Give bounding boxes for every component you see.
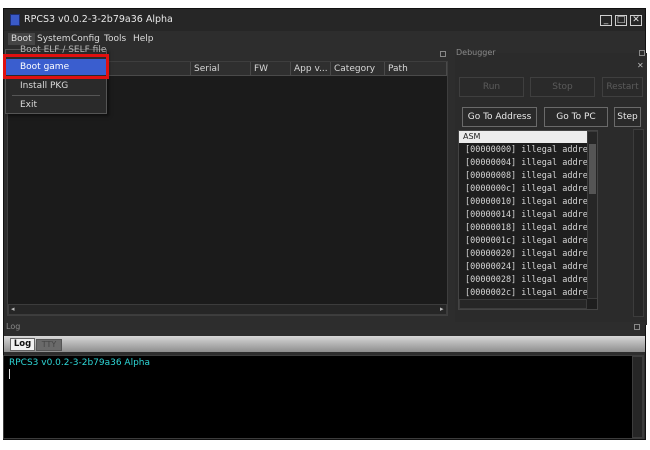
tab-log[interactable]: Log	[10, 338, 35, 351]
log-title: Log	[6, 322, 21, 331]
scroll-right-icon[interactable]: ▸	[440, 305, 444, 313]
asm-line[interactable]: [00000018] illegal addre	[465, 223, 588, 233]
asm-header[interactable]: ASM	[459, 131, 587, 143]
log-tab-bar: Log TTY	[4, 336, 645, 352]
column-header-serial[interactable]: Serial	[191, 62, 251, 76]
asm-line[interactable]: [00000008] illegal addre	[465, 171, 588, 181]
debugger-title: Debugger	[456, 48, 496, 57]
asm-line[interactable]: [00000028] illegal addre	[465, 275, 588, 285]
asm-line[interactable]: [00000020] illegal addre	[465, 249, 588, 259]
step-button[interactable]: Step	[614, 107, 641, 127]
minimize-button[interactable]: _	[600, 15, 612, 26]
asm-line[interactable]: [00000014] illegal addre	[465, 210, 588, 220]
rpcs3-app-icon	[10, 14, 20, 26]
column-header-app-version[interactable]: App v...	[291, 62, 331, 76]
go-to-pc-button[interactable]: Go To PC	[544, 107, 608, 127]
stop-button[interactable]: Stop	[530, 77, 595, 97]
menu-boot[interactable]: Boot	[8, 33, 35, 45]
gamelist-float-icon[interactable]	[440, 51, 446, 57]
asm-line[interactable]: [0000001c] illegal addre	[465, 236, 588, 246]
asm-line[interactable]: [00000000] illegal addre	[465, 145, 588, 155]
asm-line[interactable]: [00000010] illegal addre	[465, 197, 588, 207]
run-button[interactable]: Run	[459, 77, 524, 97]
window-title: RPCS3 v0.0.2-3-2b79a36 Alpha	[24, 14, 173, 25]
go-to-address-button[interactable]: Go To Address	[462, 107, 537, 127]
log-float-icon[interactable]	[634, 324, 640, 330]
asm-view[interactable]: ASM [00000000] illegal addre [00000004] …	[458, 130, 598, 310]
text-caret	[9, 369, 10, 379]
title-bar: RPCS3 v0.0.2-3-2b79a36 Alpha _ □ ✕	[4, 9, 645, 31]
asm-line[interactable]: [0000002c] illegal addre	[465, 288, 588, 298]
asm-vertical-scrollbar[interactable]	[587, 131, 597, 299]
scroll-left-icon[interactable]: ◂	[11, 305, 15, 313]
gamelist-horizontal-scrollbar[interactable]: ◂ ▸	[8, 304, 447, 315]
log-vertical-scrollbar[interactable]	[632, 356, 643, 438]
menu-separator	[12, 95, 100, 96]
column-header-path[interactable]: Path	[385, 62, 447, 76]
log-header: Log	[4, 322, 645, 333]
asm-line[interactable]: [0000000c] illegal addre	[465, 184, 588, 194]
tab-tty[interactable]: TTY	[36, 339, 62, 351]
maximize-button[interactable]: □	[615, 15, 627, 26]
asm-horizontal-scrollbar[interactable]	[459, 299, 587, 309]
menu-help[interactable]: Help	[130, 33, 157, 45]
menu-item-install-pkg[interactable]: Install PKG	[6, 78, 106, 94]
highlight-box	[3, 54, 109, 79]
log-line: RPCS3 v0.0.2-3-2b79a36 Alpha	[9, 358, 151, 368]
debugger-float-icon[interactable]	[639, 50, 645, 56]
close-button[interactable]: ✕	[630, 15, 642, 26]
column-header-fw[interactable]: FW	[251, 62, 291, 76]
menu-tools[interactable]: Tools	[101, 33, 129, 45]
menu-item-exit[interactable]: Exit	[6, 97, 106, 113]
log-output[interactable]: RPCS3 v0.0.2-3-2b79a36 Alpha	[3, 355, 644, 439]
menu-config[interactable]: Config	[68, 33, 103, 45]
column-header-category[interactable]: Category	[331, 62, 385, 76]
restart-button[interactable]: Restart	[602, 77, 643, 97]
asm-line[interactable]: [00000024] illegal addre	[465, 262, 588, 272]
asm-scroll-thumb[interactable]	[589, 144, 596, 194]
debugger-close-icon[interactable]: ✕	[637, 61, 644, 70]
asm-line[interactable]: [00000004] illegal addre	[465, 158, 588, 168]
debugger-vertical-scrollbar[interactable]	[633, 129, 644, 317]
